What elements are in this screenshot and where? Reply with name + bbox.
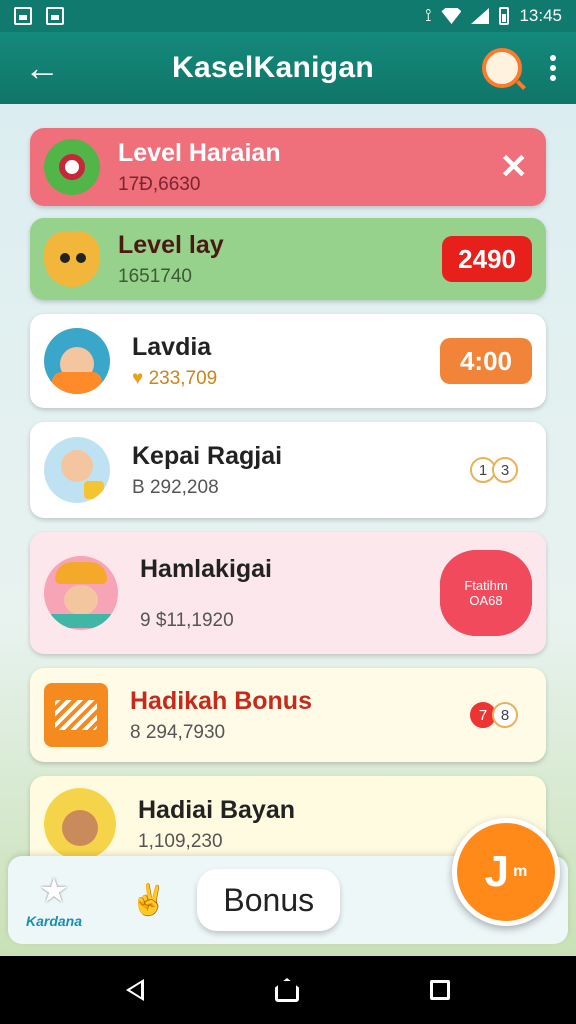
list-item-lavdia[interactable]: Lavdia ♥ 233,709 4:00	[30, 314, 546, 408]
boy-avatar-icon	[44, 437, 110, 503]
badge-timer[interactable]: 4:00	[440, 338, 532, 384]
coin-icon: 3	[492, 457, 518, 483]
fab-small-label: m	[513, 863, 528, 880]
dog-icon	[44, 231, 100, 287]
item-title: Level Haraian	[118, 138, 281, 167]
item-subtitle-row: ♥ 233,709	[132, 368, 440, 390]
search-icon[interactable]	[482, 48, 522, 88]
nav-label: Kardana	[26, 913, 83, 929]
bonus-seal-icon[interactable]: Ftatihm OA68	[440, 550, 532, 636]
system-home-icon[interactable]	[274, 978, 299, 1002]
list-item-kepai-ragjai[interactable]: Kepai Ragjai B 292,208 1 3	[30, 422, 546, 518]
hand-icon[interactable]: ✌	[130, 883, 167, 918]
list-item-level-haraian[interactable]: Level Haraian 17Ð,6630 ✕	[30, 128, 546, 206]
calendar-notification-icon	[46, 7, 64, 25]
battery-icon	[499, 7, 510, 25]
star-icon: ★	[38, 872, 70, 910]
system-nav-bar	[0, 956, 576, 1024]
vibrate-icon: ⟟	[425, 6, 432, 25]
coin-badge[interactable]: 7 8	[470, 702, 518, 728]
list-item-hadikah-bonus[interactable]: Hadikah Bonus 8 294,7930 7 8	[30, 668, 546, 762]
more-options-icon[interactable]	[550, 55, 556, 81]
image-notification-icon	[14, 7, 32, 25]
close-icon[interactable]: ✕	[500, 147, 529, 187]
turban-avatar-icon	[44, 556, 118, 630]
item-title: Hamlakigai	[140, 554, 273, 583]
monster-icon	[44, 139, 100, 195]
fab-label: J	[484, 847, 510, 896]
item-subtitle: 233,709	[148, 367, 218, 389]
floating-action-button[interactable]: Jm	[452, 818, 560, 926]
coin-badge[interactable]: 1 3	[470, 457, 518, 483]
cheer-avatar-icon	[44, 788, 116, 860]
list-item-level-lay[interactable]: Level lay 1651740 2490	[30, 218, 546, 300]
item-subtitle: 17Ð,6630	[118, 173, 201, 195]
coin-icon: 8	[492, 702, 518, 728]
app-bar: ← KaselKanigan	[0, 32, 576, 104]
item-subtitle: B 292,208	[132, 476, 219, 498]
item-subtitle: 1651740	[118, 265, 192, 287]
item-title: Kepai Ragjai	[132, 441, 283, 470]
wifi-icon	[441, 8, 462, 24]
page-title: KaselKanigan	[172, 51, 374, 84]
seal-text: Ftatihm OA68	[464, 578, 508, 608]
system-back-icon[interactable]	[125, 979, 144, 1001]
item-title: Lavdia	[132, 332, 212, 361]
nav-item-kardana[interactable]: ★ Kardana	[26, 871, 82, 929]
back-arrow-icon[interactable]: ←	[20, 46, 64, 90]
system-recents-icon[interactable]	[430, 980, 451, 1000]
gift-box-icon	[44, 683, 108, 747]
item-title: Hadikah Bonus	[130, 686, 312, 715]
item-subtitle: 8 294,7930	[130, 721, 226, 743]
list-item-hamlakigai[interactable]: Hamlakigai 9 $11,1920 Ftatihm OA68	[30, 532, 546, 654]
badge-2490[interactable]: 2490	[442, 236, 532, 282]
item-title: Level lay	[118, 230, 224, 259]
item-title: Hadiai Bayan	[138, 796, 296, 824]
man-avatar-icon	[44, 328, 110, 394]
signal-icon	[471, 8, 490, 24]
heart-icon: ♥	[132, 367, 149, 389]
clock: 13:45	[519, 6, 562, 25]
bonus-button[interactable]: Bonus	[197, 869, 341, 931]
status-bar: ⟟ 13:45	[0, 0, 576, 32]
item-subtitle: 9 $11,1920	[140, 609, 234, 631]
